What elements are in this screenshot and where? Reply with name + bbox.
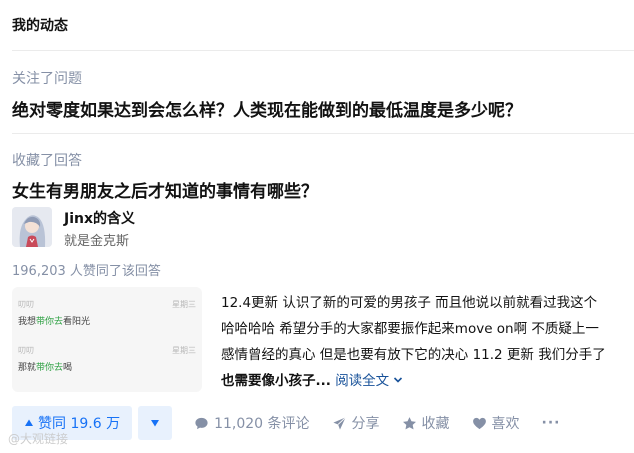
vote-down-button[interactable] xyxy=(138,406,173,440)
answer-excerpt[interactable]: 12.4更新 认识了新的可爱的男孩子 而且他说以前就看过我这个 哈哈哈哈 希望分… xyxy=(221,290,634,394)
chat-highlight: 带你去 xyxy=(36,363,64,373)
share-icon xyxy=(332,416,346,430)
feed-divider xyxy=(12,133,634,134)
author-avatar[interactable] xyxy=(12,207,52,247)
chat-time: 星期三 xyxy=(172,300,196,309)
avatar-illustration xyxy=(12,207,52,247)
more-dots-icon: ··· xyxy=(541,415,561,431)
like-label: 喜欢 xyxy=(491,416,520,432)
more-button[interactable]: ··· xyxy=(542,415,561,431)
feed-item-meta: 收藏了回答 xyxy=(12,153,82,169)
star-icon xyxy=(402,416,416,429)
answer-thumbnail[interactable]: 叨叨 星期三 我想带你去看阳光 叨叨 星期三 那就带你去喝 xyxy=(12,287,202,392)
feed-item-meta: 关注了问题 xyxy=(12,71,82,87)
comments-button[interactable]: 11,020 条评论 xyxy=(194,413,310,433)
chat-text: 喝 xyxy=(63,363,73,373)
excerpt-line: 哈哈哈哈 希望分手的大家都要振作起来move on啊 不质疑上一 xyxy=(221,321,599,337)
author-bio: 就是金克斯 xyxy=(64,234,130,249)
page-header-title: 我的动态 xyxy=(12,18,68,34)
comments-label: 11,020 条评论 xyxy=(214,416,310,432)
chat-sender: 叨叨 xyxy=(18,300,34,309)
chat-time: 星期三 xyxy=(172,346,196,355)
excerpt-line: 12.4更新 认识了新的可爱的男孩子 而且他说以前就看过我这个 xyxy=(221,295,598,311)
watermark-text: @大观链接 xyxy=(8,432,69,446)
question-title-link[interactable]: 女生有男朋友之后才知道的事情有哪些？ xyxy=(12,177,318,202)
collect-button[interactable]: 收藏 xyxy=(402,413,450,433)
comment-icon xyxy=(195,417,208,429)
chat-text: 那就 xyxy=(18,363,37,373)
chat-row: 叨叨 星期三 我想带你去看阳光 xyxy=(18,299,196,327)
chat-text: 看阳光 xyxy=(63,317,91,327)
share-label: 分享 xyxy=(351,416,380,432)
action-bar: 赞同 19.6 万 11,020 条评论 分享 收藏 喜欢 ··· xyxy=(12,406,560,440)
chat-row: 叨叨 星期三 那就带你去喝 xyxy=(18,345,196,373)
read-more-link[interactable]: 阅读全文 xyxy=(335,373,403,389)
header-divider xyxy=(12,50,634,51)
read-more-label: 阅读全文 xyxy=(335,373,390,389)
chat-highlight: 带你去 xyxy=(36,317,64,327)
triangle-down-icon xyxy=(151,420,160,427)
triangle-up-icon xyxy=(25,419,33,426)
voters-count: 196,203 人赞同了该回答 xyxy=(12,264,161,279)
chat-sender: 叨叨 xyxy=(18,346,34,355)
question-title-link[interactable]: 绝对零度如果达到会怎么样？人类现在能做到的最低温度是多少呢？ xyxy=(12,96,522,121)
chevron-down-icon xyxy=(394,377,403,383)
chat-text: 我想 xyxy=(18,317,37,327)
author-name[interactable]: Jinx的含义 xyxy=(64,208,135,228)
excerpt-line: 感情曾经的真心 但是也要有放下它的决心 11.2 更新 我们分手了 xyxy=(221,347,606,363)
excerpt-line-last: 也需要像小孩子... 阅读全文 xyxy=(221,368,634,394)
collect-label: 收藏 xyxy=(421,416,450,432)
share-button[interactable]: 分享 xyxy=(332,413,380,433)
heart-icon xyxy=(472,417,486,429)
like-button[interactable]: 喜欢 xyxy=(472,413,520,433)
excerpt-bold: 也需要像小孩子... xyxy=(221,373,331,389)
